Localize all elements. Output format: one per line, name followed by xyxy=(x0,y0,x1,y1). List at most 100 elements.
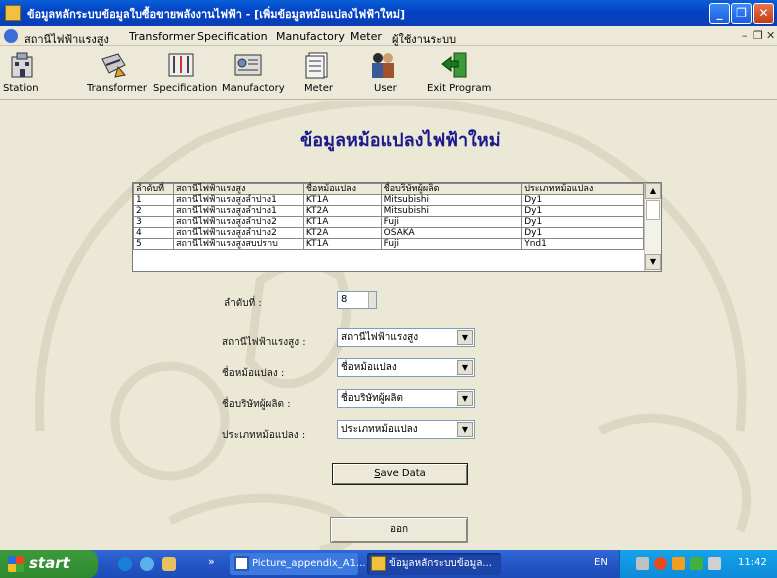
table-cell[interactable]: KT2A xyxy=(302,227,382,239)
column-header[interactable]: ชื่อบริษัทผู้ผลิต xyxy=(380,183,523,195)
scroll-thumb[interactable] xyxy=(646,200,660,220)
column-header[interactable]: ชื่อหม้อแปลง xyxy=(302,183,382,195)
tray-app-icon[interactable] xyxy=(690,557,703,570)
table-cell[interactable]: 3 xyxy=(133,216,174,228)
building-icon xyxy=(11,52,33,78)
ie-icon[interactable] xyxy=(118,557,132,571)
chevron-down-icon[interactable]: ▼ xyxy=(457,360,473,375)
specification-icon xyxy=(168,53,194,77)
task-label: Picture_appendix_A1... xyxy=(252,558,366,569)
language-indicator[interactable]: EN xyxy=(594,557,608,568)
table-cell[interactable]: สถานีไฟฟ้าแรงสูงสบปราบ xyxy=(172,238,304,250)
scroll-down-button[interactable]: ▼ xyxy=(645,254,661,270)
menu-item-transformer[interactable]: Transformer xyxy=(129,30,195,43)
toolbar-label: Manufactory xyxy=(222,83,285,94)
table-cell[interactable]: 2 xyxy=(133,205,174,217)
table-cell[interactable]: สถานีไฟฟ้าแรงสูงลำปาง2 xyxy=(172,227,304,239)
specification-button[interactable]: Specification xyxy=(150,47,218,100)
manufactory-button[interactable]: Manufactory xyxy=(220,47,285,100)
tray-security-icon[interactable] xyxy=(654,557,667,570)
user-button[interactable]: User xyxy=(368,47,398,100)
table-cell[interactable]: Fuji xyxy=(380,238,523,250)
task-picture-appendix[interactable]: Picture_appendix_A1... xyxy=(230,553,366,575)
mdi-restore-button[interactable]: ❐ xyxy=(753,29,763,42)
seq-value: 8 xyxy=(341,294,348,305)
table-row[interactable]: 5 สถานีไฟฟ้าแรงสูงสบปราบ KT1A Fuji Ynd1 xyxy=(133,238,644,250)
maker-select[interactable]: ชื่อบริษัทผู้ผลิต ▼ xyxy=(337,389,475,408)
tray-update-icon[interactable] xyxy=(672,557,685,570)
seq-spinner[interactable] xyxy=(368,292,376,308)
column-header[interactable]: ประเภทหม้อแปลง xyxy=(521,183,644,195)
menu-item-meter[interactable]: Meter xyxy=(350,30,382,43)
exit-button[interactable]: ออก xyxy=(330,517,468,543)
tray-network-icon[interactable] xyxy=(636,557,649,570)
table-cell[interactable]: KT1A xyxy=(302,216,382,228)
table-cell[interactable]: KT2A xyxy=(302,205,382,217)
data-grid[interactable]: ลำดับที่ สถานีไฟฟ้าแรงสูง ชื่อหม้อแปลง ช… xyxy=(132,182,662,272)
quicklaunch-chevron[interactable]: » xyxy=(208,555,215,568)
table-row[interactable]: 2 สถานีไฟฟ้าแรงสูงลำปาง1 KT2A Mitsubishi… xyxy=(133,205,644,217)
toolbar-label: User xyxy=(374,83,397,94)
table-cell[interactable]: Mitsubishi xyxy=(380,194,523,206)
minimize-button[interactable]: _ xyxy=(709,3,730,24)
desktop-icon[interactable] xyxy=(162,557,176,571)
table-cell[interactable]: Mitsubishi xyxy=(380,205,523,217)
table-cell[interactable]: Ynd1 xyxy=(521,238,644,250)
column-header[interactable]: ลำดับที่ xyxy=(133,183,174,195)
menu-item-specification[interactable]: Specification xyxy=(197,30,268,43)
menu-item-manufactory[interactable]: Manufactory xyxy=(276,30,345,43)
table-row[interactable]: 1 สถานีไฟฟ้าแรงสูงลำปาง1 KT1A Mitsubishi… xyxy=(133,194,644,206)
station-select[interactable]: สถานีไฟฟ้าแรงสูง ▼ xyxy=(337,328,475,347)
toolbar-label: Transformer xyxy=(87,83,148,94)
maximize-button[interactable]: ❐ xyxy=(731,3,752,24)
transformer-select-value: ชื่อหม้อแปลง xyxy=(341,362,397,373)
toolbar-label: Specification xyxy=(153,83,218,94)
tray-volume-icon[interactable] xyxy=(708,557,721,570)
table-cell[interactable]: Dy1 xyxy=(521,205,644,217)
start-button[interactable]: start xyxy=(0,550,98,578)
toolbar: Station Transformer Specification Manufa… xyxy=(0,47,777,100)
close-button[interactable]: ✕ xyxy=(753,3,774,24)
scroll-up-button[interactable]: ▲ xyxy=(645,183,661,199)
chevron-down-icon[interactable]: ▼ xyxy=(457,330,473,345)
seq-field[interactable]: 8 xyxy=(337,291,377,309)
transformer-select[interactable]: ชื่อหม้อแปลง ▼ xyxy=(337,358,475,377)
table-cell[interactable]: Dy1 xyxy=(521,227,644,239)
save-data-button[interactable]: Save Data xyxy=(332,463,468,485)
table-cell[interactable]: Dy1 xyxy=(521,194,644,206)
transformer-button[interactable]: Transformer xyxy=(80,47,148,100)
exit-program-button[interactable]: Exit Program xyxy=(424,47,491,100)
table-row[interactable]: 3 สถานีไฟฟ้าแรงสูงลำปาง2 KT1A Fuji Dy1 xyxy=(133,216,644,228)
table-cell[interactable]: สถานีไฟฟ้าแรงสูงลำปาง1 xyxy=(172,194,304,206)
chevron-down-icon[interactable]: ▼ xyxy=(457,422,473,437)
app-icon xyxy=(371,556,386,571)
table-cell[interactable]: สถานีไฟฟ้าแรงสูงลำปาง2 xyxy=(172,216,304,228)
browser-icon[interactable] xyxy=(140,557,154,571)
table-cell[interactable]: Dy1 xyxy=(521,216,644,228)
table-cell[interactable]: KT1A xyxy=(302,194,382,206)
chevron-down-icon[interactable]: ▼ xyxy=(457,391,473,406)
menu-item-station[interactable]: สถานีไฟฟ้าแรงสูง xyxy=(24,30,109,48)
mdi-close-button[interactable]: ✕ xyxy=(766,29,775,42)
transformer-icon xyxy=(101,53,126,78)
table-cell[interactable]: 1 xyxy=(133,194,174,206)
table-cell[interactable]: 5 xyxy=(133,238,174,250)
window-titlebar[interactable]: ข้อมูลหลักระบบข้อมูลใบซื้อขายพลังงานไฟฟ้… xyxy=(0,0,777,26)
table-row[interactable]: 4 สถานีไฟฟ้าแรงสูงลำปาง2 KT2A OSAKA Dy1 xyxy=(133,227,644,239)
table-scrollbar[interactable]: ▲ ▼ xyxy=(644,183,661,271)
table-cell[interactable]: 4 xyxy=(133,227,174,239)
column-header[interactable]: สถานีไฟฟ้าแรงสูง xyxy=(172,183,304,195)
menu-item-user[interactable]: ผู้ใช้งานระบบ xyxy=(392,30,456,48)
mdi-minimize-button[interactable]: – xyxy=(742,29,748,42)
table-cell[interactable]: KT1A xyxy=(302,238,382,250)
table-cell[interactable]: สถานีไฟฟ้าแรงสูงลำปาง1 xyxy=(172,205,304,217)
station-button[interactable]: Station xyxy=(0,47,46,100)
transformer-label: ชื่อหม้อแปลง : xyxy=(222,368,285,379)
task-main-app[interactable]: ข้อมูลหลักระบบข้อมูล... xyxy=(367,553,501,575)
clock[interactable]: 11:42 xyxy=(738,557,767,568)
document-icon[interactable] xyxy=(4,29,18,43)
table-cell[interactable]: OSAKA xyxy=(380,227,523,239)
meter-button[interactable]: Meter xyxy=(300,47,334,100)
type-select[interactable]: ประเภทหม้อแปลง ▼ xyxy=(337,420,475,439)
table-cell[interactable]: Fuji xyxy=(380,216,523,228)
